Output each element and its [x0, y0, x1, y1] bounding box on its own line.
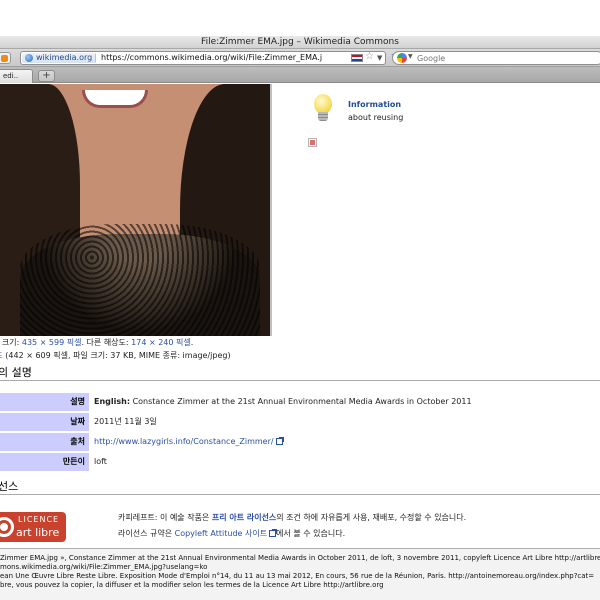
- logo-bottom-text: art libre: [16, 526, 60, 539]
- author-value: loft: [94, 457, 107, 466]
- table-row: 만든이 loft: [0, 453, 600, 471]
- rss-feed-button[interactable]: [0, 52, 11, 64]
- license-text: 라이선스 규약은: [118, 529, 175, 538]
- source-link[interactable]: http://www.lazygirls.info/Constance_Zimm…: [94, 437, 274, 446]
- free-art-license-link[interactable]: 프리 아트 라이선스: [212, 513, 276, 522]
- license-text: 의 조건 하에 자유롭게 사용, 재배포, 수정할 수 있습니다.: [276, 513, 467, 522]
- window-title: File:Zimmer EMA.jpg – Wikimedia Commons: [0, 36, 600, 49]
- footer-line: ean Une Œuvre Libre Reste Libre. Exposit…: [0, 572, 595, 580]
- external-link-icon: [275, 437, 284, 445]
- new-tab-button[interactable]: +: [38, 70, 55, 82]
- description-heading: 의 설명: [0, 366, 32, 379]
- licence-art-libre-logo[interactable]: LICENCE art libre: [0, 512, 66, 542]
- row-value: English: Constance Zimmer at the 21st An…: [94, 393, 472, 411]
- table-row: 출처 http://www.lazygirls.info/Constance_Z…: [0, 433, 600, 451]
- rss-icon: [1, 55, 8, 62]
- preview-size-link[interactable]: 435 × 599 픽셀: [22, 338, 82, 347]
- footer-line: bre, vous pouvez la copier, la diffuser …: [0, 581, 384, 589]
- divider: [0, 494, 600, 495]
- divider: [0, 380, 600, 381]
- logo-top-text: LICENCE: [18, 515, 60, 524]
- broken-image-icon: [308, 138, 317, 147]
- copyleft-attitude-link[interactable]: Copyleft Attitude 사이트: [175, 529, 267, 538]
- size-period: .: [190, 338, 194, 347]
- other-res-link[interactable]: 174 × 240 픽셀: [131, 338, 191, 347]
- url-bar[interactable]: wikimedia.org https://commons.wikimedia.…: [20, 51, 399, 65]
- source-value: http://www.lazygirls.info/Constance_Zimm…: [94, 433, 284, 451]
- navigation-toolbar: wikimedia.org https://commons.wikimedia.…: [0, 49, 600, 67]
- image-size-line: 기 크기: 435 × 599 픽셀. 다른 해상도: 174 × 240 픽셀…: [0, 337, 193, 348]
- row-key: 출처: [0, 433, 89, 451]
- lang-label: English:: [94, 397, 131, 406]
- site-identity-button[interactable]: wikimedia.org: [22, 53, 97, 63]
- language-flag-icon[interactable]: [351, 54, 363, 62]
- license-heading: 선스: [0, 480, 19, 493]
- row-key: 날짜: [0, 413, 89, 431]
- row-key: 만든이: [0, 453, 89, 471]
- date-value: 2011년 11월 3일: [94, 417, 157, 426]
- lightbulb-icon: [312, 94, 334, 124]
- site-identity-label: wikimedia.org: [36, 53, 93, 62]
- url-text[interactable]: https://commons.wikimedia.org/wiki/File:…: [101, 52, 351, 64]
- footer-line: Zimmer EMA.jpg », Constance Zimmer at th…: [0, 554, 600, 562]
- tab-bar: edi.. +: [0, 67, 600, 83]
- reuse-info-block[interactable]: Information about reusing: [312, 94, 432, 154]
- search-bar[interactable]: ▼: [392, 51, 600, 65]
- size-prefix: 기 크기:: [0, 338, 20, 347]
- search-input[interactable]: [417, 52, 597, 64]
- original-res-line: 상도 (442 × 609 픽셀, 파일 크기: 37 KB, MIME 종류:…: [0, 350, 231, 361]
- description-text: Constance Zimmer at the 21st Annual Envi…: [130, 397, 472, 406]
- row-key: 설명: [0, 393, 89, 411]
- globe-icon: [25, 54, 33, 62]
- table-row: 날짜 2011년 11월 3일: [0, 413, 600, 431]
- license-text: 에서 볼 수 있습니다.: [276, 529, 346, 538]
- google-engine-icon[interactable]: [397, 53, 407, 63]
- footer-line: mons.wikimedia.org/wiki/File:Zimmer_EMA.…: [0, 563, 208, 571]
- info-title[interactable]: Information: [348, 100, 401, 109]
- license-text-line2: 라이선스 규약은 Copyleft Attitude 사이트 에서 볼 수 있습니…: [118, 528, 345, 539]
- license-text-line1: 카피레프트: 이 예술 작품은 프리 아트 라이선스의 조건 하에 자유롭게 사…: [118, 512, 466, 523]
- external-link-icon: [269, 529, 278, 537]
- tab-active[interactable]: edi..: [0, 69, 33, 83]
- info-subtitle[interactable]: about reusing: [348, 113, 403, 122]
- bookmark-star-icon[interactable]: ☆: [365, 51, 374, 63]
- engine-dropdown-icon[interactable]: ▼: [408, 53, 413, 60]
- original-res-detail: (442 × 609 픽셀, 파일 크기: 37 KB, MIME 종류: im…: [2, 351, 231, 360]
- attribution-footer: Zimmer EMA.jpg », Constance Zimmer at th…: [0, 548, 600, 600]
- license-text: 카피레프트: 이 예술 작품은: [118, 513, 212, 522]
- file-image[interactable]: [0, 84, 272, 336]
- history-dropdown-icon[interactable]: ▼: [377, 52, 382, 64]
- table-row: 설명 English: Constance Zimmer at the 21st…: [0, 393, 600, 411]
- other-res-label: . 다른 해상도:: [81, 338, 132, 347]
